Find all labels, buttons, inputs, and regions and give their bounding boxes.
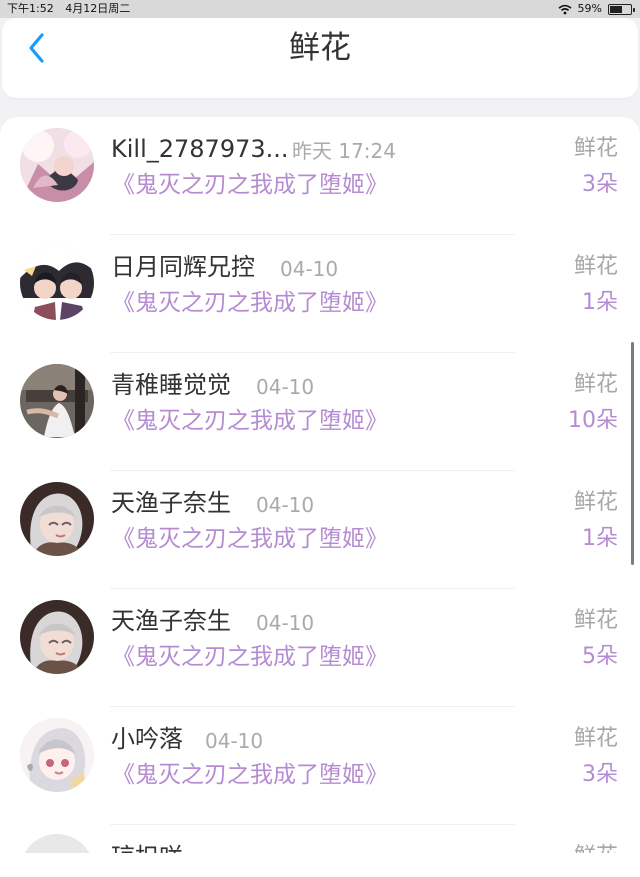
flower-count: 1朵 [582, 526, 618, 551]
wifi-icon [558, 4, 572, 14]
gift-type: 鲜花 [573, 608, 618, 633]
avatar-tianyu[interactable] [20, 482, 94, 556]
gift-type: 鲜花 [573, 726, 618, 751]
battery-level [610, 5, 622, 13]
username[interactable]: 日月同辉兄控 [111, 251, 255, 283]
list-item[interactable]: Kill_2787973... 昨天 17:24 《鬼灭之刃之我成了堕姬》 鲜花… [0, 117, 640, 235]
username[interactable]: 天渔子奈生 [111, 605, 231, 637]
username[interactable]: 小吟落 [111, 723, 183, 755]
timestamp: 04-10 [280, 257, 339, 281]
list-item[interactable]: 天渔子奈生 04-10 《鬼灭之刃之我成了堕姬》 鲜花 5朵 [0, 589, 640, 707]
username[interactable]: 琼担咲 [111, 841, 183, 853]
status-time: 下午1:52 [7, 2, 54, 15]
avatar-qingzhi[interactable] [20, 364, 94, 438]
username[interactable]: 天渔子奈生 [111, 487, 231, 519]
status-right: 59% [558, 0, 635, 18]
row-divider [110, 824, 515, 825]
page-title: 鲜花 [289, 30, 351, 66]
flower-count: 3朵 [582, 762, 618, 787]
avatar-kill[interactable] [20, 128, 94, 202]
book-title-link[interactable]: 《鬼灭之刃之我成了堕姬》 [112, 287, 388, 319]
book-title-link[interactable]: 《鬼灭之刃之我成了堕姬》 [112, 523, 388, 555]
book-title-link[interactable]: 《鬼灭之刃之我成了堕姬》 [112, 405, 388, 437]
timestamp: 04-10 [205, 729, 264, 753]
timestamp: 04-10 [256, 611, 315, 635]
book-title-link[interactable]: 《鬼灭之刃之我成了堕姬》 [112, 759, 388, 791]
list-item[interactable]: 小吟落 04-10 《鬼灭之刃之我成了堕姬》 鲜花 3朵 [0, 707, 640, 825]
flower-count: 5朵 [582, 644, 618, 669]
list-item[interactable]: 青稚睡觉觉 04-10 《鬼灭之刃之我成了堕姬》 鲜花 10朵 [0, 353, 640, 471]
vertical-scrollbar[interactable] [631, 342, 634, 565]
timestamp: 昨天 17:24 [292, 139, 396, 163]
gift-type: 鲜花 [573, 372, 618, 397]
avatar-sun-moon[interactable] [20, 246, 94, 320]
gift-type: 鲜花 [574, 842, 618, 853]
status-bar: 下午1:52 4月12日周二 59% [0, 0, 640, 18]
battery-percent: 59% [577, 2, 602, 15]
flower-count: 10朵 [568, 408, 618, 433]
flower-count: 1朵 [582, 290, 618, 315]
flower-count: 3朵 [582, 172, 618, 197]
book-title-link[interactable]: 《鬼灭之刃之我成了堕姬》 [112, 169, 388, 201]
list-item[interactable]: 日月同辉兄控 04-10 《鬼灭之刃之我成了堕姬》 鲜花 1朵 [0, 235, 640, 353]
gift-type: 鲜花 [573, 254, 618, 279]
list-item-partial[interactable]: 琼担咲 鲜花 [0, 830, 640, 853]
book-title-link[interactable]: 《鬼灭之刃之我成了堕姬》 [112, 641, 388, 673]
username[interactable]: 青稚睡觉觉 [111, 369, 231, 401]
battery-icon [608, 3, 635, 15]
status-date: 4月12日周二 [65, 2, 131, 15]
gift-type: 鲜花 [573, 490, 618, 515]
timestamp: 04-10 [256, 375, 315, 399]
avatar-tianyu[interactable] [20, 600, 94, 674]
avatar-partial[interactable] [20, 834, 94, 853]
username[interactable]: Kill_2787973... [111, 133, 289, 165]
avatar-xiaoyinluo[interactable] [20, 718, 94, 792]
gift-type: 鲜花 [573, 136, 618, 161]
timestamp: 04-10 [256, 493, 315, 517]
status-left: 下午1:52 4月12日周二 [7, 0, 130, 18]
list-item[interactable]: 天渔子奈生 04-10 《鬼灭之刃之我成了堕姬》 鲜花 1朵 [0, 471, 640, 589]
